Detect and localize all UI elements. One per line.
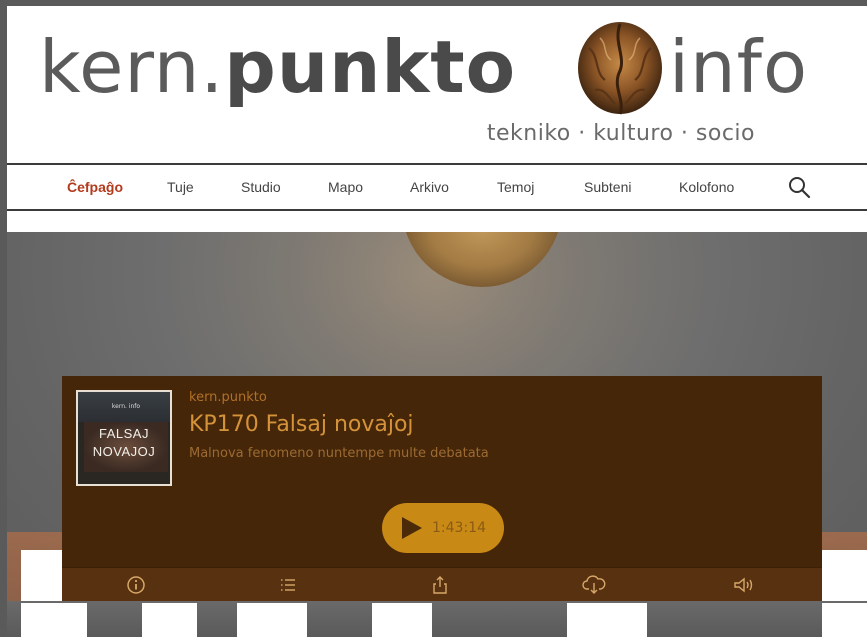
play-icon — [402, 517, 422, 539]
main-nav: Ĉefpaĝo Tuje Studio Mapo Arkivo Temoj Su… — [7, 163, 867, 211]
logo-text-right: info — [669, 25, 809, 109]
podcast-player: kern. info FALSAJ NOVAJOJ kern.punkto KP… — [62, 376, 822, 602]
nav-item-mapo[interactable]: Mapo — [328, 165, 363, 209]
hero-walnut-shape — [402, 232, 562, 287]
nav-item-tuje[interactable]: Tuje — [167, 165, 194, 209]
cover-title-line2: NOVAJOJ — [92, 444, 156, 459]
page: kern.punkto info tekniko · kulturo · soc… — [7, 6, 867, 637]
player-toolbar — [62, 567, 822, 602]
hero-letter-block — [237, 603, 307, 637]
nav-item-subteni[interactable]: Subteni — [584, 165, 631, 209]
share-icon[interactable] — [430, 575, 450, 595]
episode-title[interactable]: KP170 Falsaj novaĵoj — [189, 412, 414, 437]
logo-text-bold: punkto — [224, 25, 517, 109]
nav-item-studio[interactable]: Studio — [241, 165, 281, 209]
hero-letter-block — [822, 603, 867, 637]
hero-letter-block — [21, 603, 87, 637]
hero-letter-block — [567, 603, 647, 637]
hero-letter-block — [372, 603, 432, 637]
episode-duration: 1:43:14 — [432, 520, 486, 536]
search-icon[interactable] — [787, 175, 811, 199]
episode-cover: kern. info FALSAJ NOVAJOJ — [76, 390, 172, 486]
nav-item-kolofono[interactable]: Kolofono — [679, 165, 734, 209]
cover-brand: kern. info — [78, 392, 170, 422]
info-icon[interactable] — [126, 575, 146, 595]
nav-item-cefpago[interactable]: Ĉefpaĝo — [67, 165, 123, 209]
walnut-logo-icon — [578, 22, 662, 115]
nav-item-temoj[interactable]: Temoj — [497, 165, 534, 209]
site-logo[interactable]: kern.punkto — [39, 12, 516, 122]
show-name[interactable]: kern.punkto — [189, 390, 267, 405]
episode-subtitle: Malnova fenomeno nuntempe multe debatata — [189, 446, 489, 461]
hero-lower-strip — [7, 601, 867, 637]
cover-title-line1: FALSAJ — [99, 426, 149, 441]
nav-item-arkivo[interactable]: Arkivo — [410, 165, 449, 209]
volume-icon[interactable] — [732, 575, 756, 595]
site-tagline: tekniko · kulturo · socio — [486, 121, 755, 146]
hero-letter-block — [142, 603, 197, 637]
download-icon[interactable] — [582, 575, 606, 595]
list-icon[interactable] — [278, 575, 298, 595]
logo-text-left: kern. — [39, 25, 225, 109]
play-button[interactable]: 1:43:14 — [382, 503, 504, 553]
